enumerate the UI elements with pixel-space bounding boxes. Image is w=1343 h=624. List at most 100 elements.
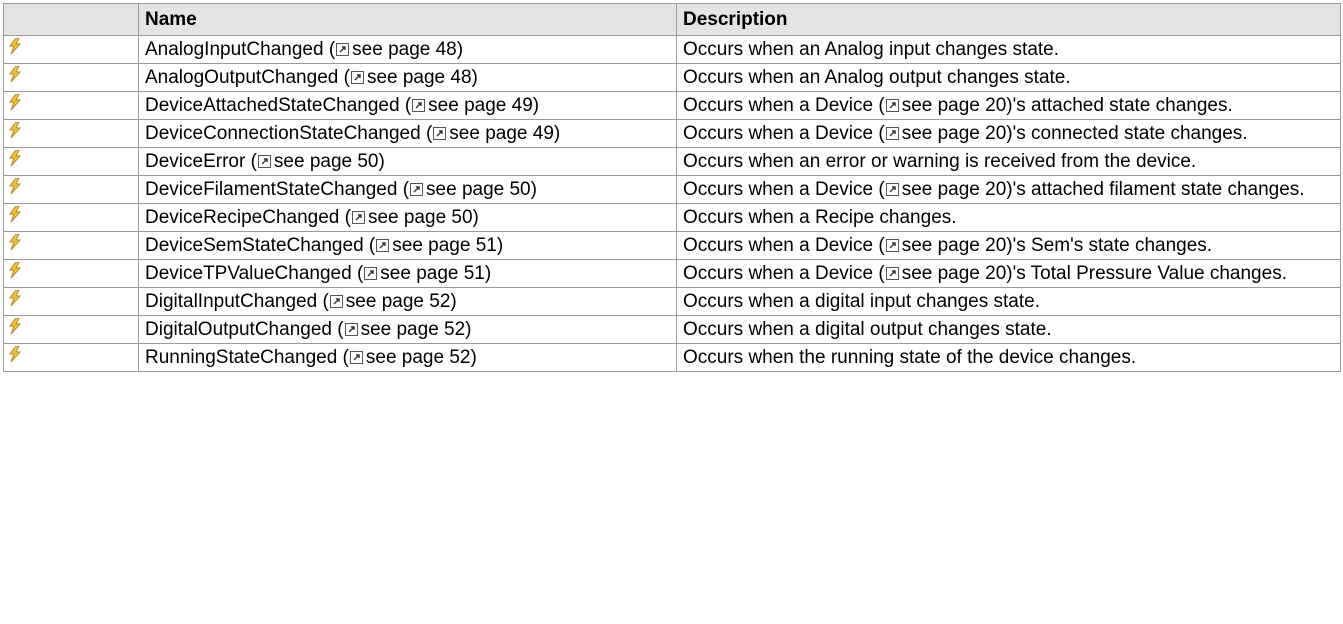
event-name[interactable]: DeviceRecipeChanged: [145, 207, 345, 228]
device-page-link[interactable]: see page 20: [885, 123, 1007, 144]
event-lightning-icon: [8, 233, 22, 251]
row-icon-cell: [3, 147, 139, 176]
event-name[interactable]: RunningStateChanged: [145, 347, 343, 368]
see-page-label: see page 20: [901, 263, 1007, 284]
event-name[interactable]: AnalogOutputChanged: [145, 67, 344, 88]
external-link-icon: [433, 127, 447, 140]
table-row: RunningStateChanged (see page 52) Occurs …: [3, 343, 1341, 372]
see-page-label: see page 20: [901, 123, 1007, 144]
event-name-cell: DeviceRecipeChanged (see page 50): [138, 203, 677, 232]
see-page-label: see page 52: [345, 291, 451, 312]
table-row: DeviceSemStateChanged (see page 51) Occur…: [3, 231, 1341, 260]
see-page-label: see page 52: [365, 347, 471, 368]
event-description-cell: Occurs when the running state of the dev…: [676, 343, 1341, 372]
device-page-link[interactable]: see page 20: [885, 179, 1007, 200]
device-page-link[interactable]: see page 20: [885, 95, 1007, 116]
event-lightning-icon: [8, 93, 22, 111]
external-link-icon: [351, 211, 365, 224]
header-icon-column: [3, 3, 139, 36]
event-page-link[interactable]: see page 49: [432, 123, 554, 144]
table-row: DeviceConnectionStateChanged (see page 4…: [3, 119, 1341, 148]
table-row: DigitalInputChanged (see page 52) Occurs …: [3, 287, 1341, 316]
event-name[interactable]: DeviceAttachedStateChanged: [145, 95, 405, 116]
table-row: AnalogInputChanged (see page 48) Occurs w…: [3, 35, 1341, 64]
row-icon-cell: [3, 35, 139, 64]
table-row: DeviceTPValueChanged (see page 51) Occurs…: [3, 259, 1341, 288]
event-name[interactable]: DigitalOutputChanged: [145, 319, 337, 340]
event-page-link[interactable]: see page 49: [411, 95, 533, 116]
see-page-label: see page 50: [426, 179, 531, 200]
see-page-label: see page 50: [273, 151, 379, 172]
external-link-icon: [885, 239, 899, 252]
row-icon-cell: [3, 231, 139, 260]
header-row: Name Description: [3, 3, 1341, 36]
event-name[interactable]: DeviceConnectionStateChanged: [145, 123, 426, 144]
see-page-label: see page 20: [901, 179, 1007, 200]
event-name-cell: DigitalOutputChanged (see page 52): [138, 315, 677, 344]
event-description-cell: Occurs when a Recipe changes.: [676, 203, 1341, 232]
see-page-label: see page 20: [901, 95, 1007, 116]
see-page-label: see page 48: [366, 67, 472, 88]
row-icon-cell: [3, 91, 139, 120]
event-name[interactable]: DeviceFilamentStateChanged: [145, 179, 403, 200]
see-page-label: see page 48: [352, 39, 457, 60]
row-icon-cell: [3, 63, 139, 92]
event-name-cell: DeviceError (see page 50): [138, 147, 677, 176]
external-link-icon: [376, 239, 390, 252]
event-lightning-icon: [8, 65, 22, 83]
row-icon-cell: [3, 203, 139, 232]
external-link-icon: [885, 267, 899, 280]
header-name: Name: [138, 3, 677, 36]
event-page-link[interactable]: see page 51: [375, 235, 497, 256]
external-link-icon: [364, 267, 378, 280]
event-description-cell: Occurs when a Device (see page 20)'s con…: [676, 119, 1341, 148]
table-row: DeviceError (see page 50) Occurs when an …: [3, 147, 1341, 176]
device-page-link[interactable]: see page 20: [885, 235, 1007, 256]
event-lightning-icon: [8, 149, 22, 167]
event-name[interactable]: DeviceTPValueChanged: [145, 263, 357, 284]
see-page-label: see page 50: [367, 207, 473, 228]
event-lightning-icon: [8, 205, 22, 223]
event-page-link[interactable]: see page 52: [344, 319, 465, 340]
event-name-cell: DigitalInputChanged (see page 52): [138, 287, 677, 316]
event-description-cell: Occurs when a Device (see page 20)'s att…: [676, 175, 1341, 204]
event-name[interactable]: AnalogInputChanged: [145, 39, 329, 60]
row-icon-cell: [3, 287, 139, 316]
event-name[interactable]: DeviceError: [145, 151, 251, 172]
external-link-icon: [410, 183, 424, 196]
event-name[interactable]: DeviceSemStateChanged: [145, 235, 369, 256]
event-page-link[interactable]: see page 50: [257, 151, 379, 172]
event-lightning-icon: [8, 345, 22, 363]
event-name-cell: AnalogOutputChanged (see page 48): [138, 63, 677, 92]
table-row: DeviceRecipeChanged (see page 50) Occurs …: [3, 203, 1341, 232]
row-icon-cell: [3, 259, 139, 288]
event-description-cell: Occurs when a digital input changes stat…: [676, 287, 1341, 316]
event-lightning-icon: [8, 261, 22, 279]
table-row: DigitalOutputChanged (see page 52) Occurs…: [3, 315, 1341, 344]
event-lightning-icon: [8, 289, 22, 307]
header-description: Description: [676, 3, 1341, 36]
event-page-link[interactable]: see page 50: [409, 179, 531, 200]
row-icon-cell: [3, 175, 139, 204]
event-description-cell: Occurs when an error or warning is recei…: [676, 147, 1341, 176]
event-page-link[interactable]: see page 51: [363, 263, 485, 284]
event-name[interactable]: DigitalInputChanged: [145, 291, 322, 312]
see-page-label: see page 51: [380, 263, 485, 284]
event-page-link[interactable]: see page 48: [350, 67, 472, 88]
event-lightning-icon: [8, 177, 22, 195]
row-icon-cell: [3, 315, 139, 344]
event-page-link[interactable]: see page 52: [329, 291, 451, 312]
see-page-label: see page 49: [428, 95, 533, 116]
device-page-link[interactable]: see page 20: [885, 263, 1007, 284]
external-link-icon: [329, 295, 343, 308]
table-row: DeviceFilamentStateChanged (see page 50)…: [3, 175, 1341, 204]
event-page-link[interactable]: see page 52: [349, 347, 471, 368]
event-name-cell: RunningStateChanged (see page 52): [138, 343, 677, 372]
event-lightning-icon: [8, 121, 22, 139]
external-link-icon: [885, 127, 899, 140]
event-page-link[interactable]: see page 50: [351, 207, 473, 228]
event-page-link[interactable]: see page 48: [335, 39, 457, 60]
event-name-cell: DeviceTPValueChanged (see page 51): [138, 259, 677, 288]
event-name-cell: DeviceAttachedStateChanged (see page 49): [138, 91, 677, 120]
see-page-label: see page 20: [901, 235, 1007, 256]
